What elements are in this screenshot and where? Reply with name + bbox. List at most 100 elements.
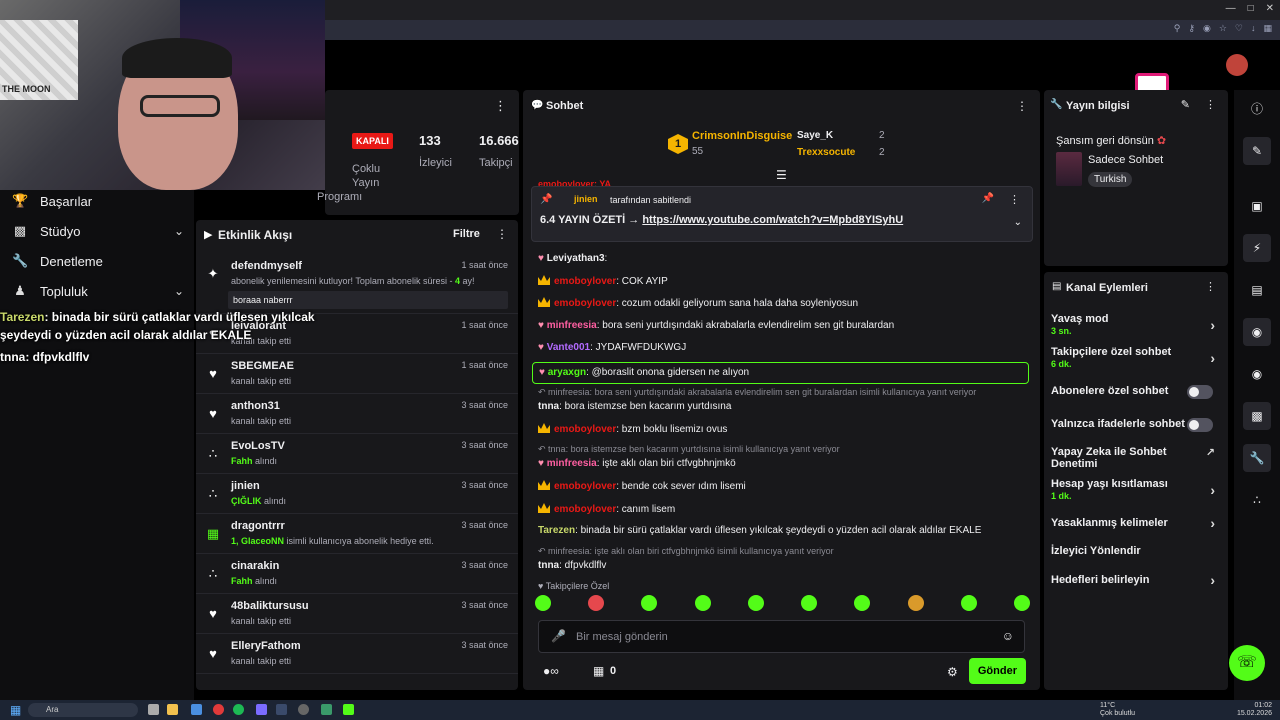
star-icon[interactable]: ☆ (1219, 23, 1227, 34)
key-icon[interactable]: ⚷ (1188, 23, 1195, 34)
chat-bubble-icon[interactable]: ◉ (1243, 318, 1271, 346)
feed-item[interactable]: ▦ dragontrrr 3 saat önce 1, GlaceoNN isimli… (196, 514, 518, 554)
store-icon[interactable]: ▦ (593, 664, 604, 678)
chat-message[interactable]: emoboylover: bzm boklu lisemizı ovus (538, 423, 727, 435)
emote[interactable] (535, 595, 551, 611)
panel-icon[interactable]: ▩ (1243, 402, 1271, 430)
spotify-icon[interactable] (233, 704, 244, 715)
help-button[interactable]: ☏ (1229, 645, 1265, 681)
channel-action[interactable]: Yasaklanmış kelimeler › (1051, 515, 1221, 531)
chat-username[interactable]: minfreesia (547, 320, 597, 331)
feed-item[interactable]: ♥ 48baliktursusu 3 saat önce kanalı takip e… (196, 594, 518, 634)
filter-button[interactable]: Filtre (453, 228, 480, 240)
more-icon[interactable]: ⋮ (1009, 193, 1020, 206)
channel-action[interactable]: Yapay Zeka ile Sohbet Denetimi ↗ (1051, 446, 1221, 470)
category-name[interactable]: Sadece Sohbet (1088, 154, 1163, 166)
leader-name[interactable]: CrimsonInDisguise (692, 130, 792, 142)
channel-action[interactable]: İzleyici Yönlendir (1051, 545, 1221, 557)
nav-item-studio[interactable]: ▩ Stüdyo ⌄ (12, 223, 184, 239)
chat-username[interactable]: emoboylover (554, 298, 616, 309)
minimize-icon[interactable]: — (1226, 3, 1236, 14)
chat-message[interactable]: ♥ Leviyathan3: (538, 253, 607, 264)
feed-username[interactable]: EvoLosTV (231, 440, 285, 452)
chat-message[interactable]: emoboylover: bende cok sever ıdım lisemi (538, 480, 746, 492)
app-icon[interactable] (321, 704, 332, 715)
chat-input[interactable]: 🎤 Bir mesaj gönderin ☺ (538, 620, 1025, 653)
edit-icon[interactable]: ✎ (1243, 137, 1271, 165)
chat-message[interactable]: emoboylover: cozum odakli geliyorum sana… (538, 297, 858, 309)
file-explorer-icon[interactable] (167, 704, 178, 715)
search-icon[interactable]: ⚲ (1174, 23, 1181, 34)
more-icon[interactable]: ⋮ (494, 98, 507, 114)
lightning-icon[interactable]: ⚡ (1243, 234, 1271, 262)
camera-icon[interactable]: ◉ (1203, 23, 1211, 34)
feed-username[interactable]: dragontrrr (231, 520, 285, 532)
toggle-switch[interactable] (1187, 385, 1213, 399)
feed-item[interactable]: ♥ anthon31 3 saat önce kanalı takip etti (196, 394, 518, 434)
settings-icon[interactable]: ⚙ (947, 665, 958, 679)
avatar[interactable] (1226, 54, 1248, 76)
dots-icon[interactable]: ●∞ (543, 664, 559, 678)
emote[interactable] (960, 595, 977, 611)
task-view-icon[interactable] (148, 704, 159, 715)
steam-icon[interactable] (276, 704, 287, 715)
chat-username[interactable]: tnna (538, 401, 559, 412)
feed-username[interactable]: ElleryFathom (231, 640, 301, 652)
app-icon[interactable] (191, 704, 202, 715)
clock[interactable]: 01:02 15.02.2026 (1237, 702, 1272, 718)
nav-item-community[interactable]: ♟ Topluluk ⌄ (12, 283, 184, 299)
edit-icon[interactable]: ✎ (1181, 98, 1190, 111)
category-thumbnail[interactable] (1056, 152, 1082, 186)
chat-message[interactable]: ♥ Vante001: JYDAFWFDUKWGJ (538, 342, 686, 353)
chat-message[interactable]: emoboylover: canım lisem (538, 503, 675, 515)
wrench-icon[interactable]: 🔧 (1243, 444, 1271, 472)
channel-action[interactable]: Yavaş mod 3 sn. › (1051, 313, 1221, 336)
chat-username[interactable]: Vante001 (547, 342, 590, 353)
download-icon[interactable]: ↓ (1251, 23, 1256, 34)
chat-username[interactable]: tnna (538, 560, 559, 571)
more-icon[interactable]: ⋮ (1016, 99, 1028, 113)
emote[interactable] (588, 595, 605, 611)
channel-action[interactable]: Hesap yaşı kısıtlaması 1 dk. › (1051, 478, 1221, 501)
more-icon[interactable]: ⋮ (1205, 280, 1216, 293)
toggle-switch[interactable] (1187, 418, 1213, 432)
emoji-icon[interactable]: ☺ (1002, 629, 1014, 643)
feed-item[interactable]: ∴ EvoLosTV 3 saat önce Fahh alındı (196, 434, 518, 474)
chat-username[interactable]: emoboylover (554, 424, 616, 435)
windows-start-icon[interactable]: ▦ (10, 703, 21, 717)
feed-item[interactable]: ∴ cinarakin 3 saat önce Fahh alındı (196, 554, 518, 594)
chat-username[interactable]: minfreesia (547, 458, 597, 469)
document-icon[interactable]: ▤ (1243, 276, 1271, 304)
opera-icon[interactable] (213, 704, 224, 715)
collapse-icon[interactable]: ☰ (776, 168, 787, 182)
chat-username[interactable]: emoboylover (554, 504, 616, 515)
obs-icon[interactable] (298, 704, 309, 715)
nav-item-achievements[interactable]: 🏆 Başarılar (12, 193, 184, 209)
feed-username[interactable]: cinarakin (231, 560, 279, 572)
crop-icon[interactable]: ▣ (1243, 192, 1271, 220)
weather-widget[interactable]: 11°C Çok bulutlu (1100, 702, 1135, 718)
emote[interactable] (694, 595, 711, 611)
taskbar-search[interactable]: Ara (28, 703, 138, 717)
more-icon[interactable]: ⋮ (496, 227, 508, 241)
info-icon[interactable]: ⓘ (1243, 95, 1271, 123)
discord-icon[interactable] (256, 704, 267, 715)
chat-username[interactable]: emoboylover (554, 481, 616, 492)
feed-item[interactable]: ✦ defendmyself 1 saat önce abonelik yenilem… (196, 254, 518, 314)
chat-message[interactable]: ♥ minfreesia: işte aklı olan biri ctfvgb… (538, 458, 736, 469)
maximize-icon[interactable]: □ (1248, 3, 1254, 14)
chat-message[interactable]: tnna: dfpvkdlflv (538, 560, 606, 571)
chat-message[interactable]: Tarezen: binada bir sürü çatlaklar vardı… (538, 525, 981, 536)
channel-action[interactable]: Yalnızca ifadelerle sohbet (1051, 418, 1221, 432)
chat-message[interactable]: tnna: bora istemzse ben kacarım yurtdısı… (538, 401, 731, 412)
feed-item[interactable]: ♥ ElleryFathom 3 saat önce kanalı takip ett… (196, 634, 518, 674)
kick-icon[interactable] (343, 704, 354, 715)
microphone-icon[interactable]: 🎤 (551, 629, 566, 643)
extension-icon[interactable]: ▦ (1263, 23, 1272, 34)
feed-item[interactable]: ∴ jinien 3 saat önce ÇIĞLIK alındı (196, 474, 518, 514)
broadcast-icon[interactable]: ◉ (1243, 360, 1271, 388)
emote[interactable] (1013, 595, 1030, 611)
chat-message[interactable]: ♥ aryaxgn: @boraslit onona gidersen ne a… (532, 362, 1029, 384)
channel-action[interactable]: Takipçilere özel sohbet 6 dk. › (1051, 346, 1221, 369)
more-icon[interactable]: ⋮ (1205, 98, 1216, 111)
